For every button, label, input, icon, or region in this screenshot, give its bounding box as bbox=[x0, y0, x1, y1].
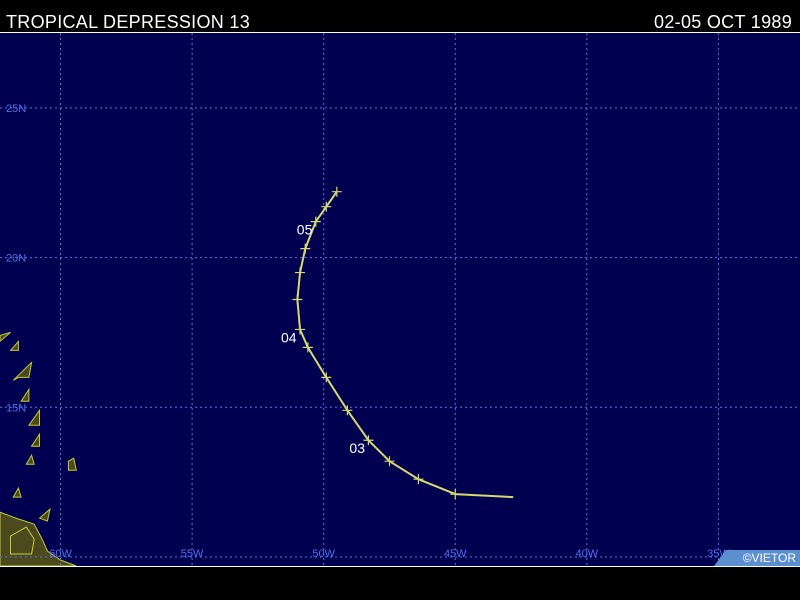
latitude-label: 25N bbox=[6, 103, 26, 115]
land-martinique bbox=[27, 408, 40, 426]
longitude-label: 60W bbox=[49, 548, 72, 560]
latitude-label: 20N bbox=[6, 253, 26, 265]
map-title: TROPICAL DEPRESSION 13 bbox=[6, 12, 251, 32]
land-st-kitts bbox=[0, 331, 11, 343]
track-position-marker bbox=[295, 267, 305, 278]
longitude-label: 55W bbox=[181, 548, 204, 560]
land-dominica bbox=[20, 387, 30, 402]
land-grenada bbox=[12, 486, 22, 498]
track-position-marker bbox=[450, 489, 461, 500]
day-label: 05 bbox=[297, 222, 313, 238]
day-label: 04 bbox=[281, 329, 297, 345]
land-st-vincent bbox=[25, 453, 35, 465]
land-guadeloupe bbox=[12, 360, 33, 381]
track-position-marker bbox=[413, 474, 424, 485]
storm-track-map: 60W 55W 50W 45W 40W 35W 25N 20N 15N 03 04 05 bbox=[0, 32, 800, 567]
track-position-marker bbox=[300, 243, 311, 254]
track-position-marker bbox=[302, 342, 313, 353]
day-label: 03 bbox=[349, 440, 365, 456]
longitude-label: 45W bbox=[444, 548, 467, 560]
longitude-label: 40W bbox=[576, 548, 599, 560]
track-position-marker bbox=[292, 294, 303, 305]
land-antigua bbox=[9, 340, 19, 351]
map-canvas: 60W 55W 50W 45W 40W 35W25N20N15N030405 bbox=[0, 33, 800, 566]
track-position-marker bbox=[321, 372, 332, 383]
date-range: 02-05 OCT 1989 bbox=[654, 12, 792, 32]
credit-badge: ©VIETOR bbox=[714, 550, 800, 566]
land-barbados bbox=[67, 457, 77, 471]
longitude-label: 50W bbox=[312, 548, 335, 560]
storm-track-line bbox=[296, 191, 514, 499]
land-tobago bbox=[38, 507, 51, 522]
land-st-lucia bbox=[30, 432, 40, 447]
latitude-label: 15N bbox=[6, 402, 26, 414]
